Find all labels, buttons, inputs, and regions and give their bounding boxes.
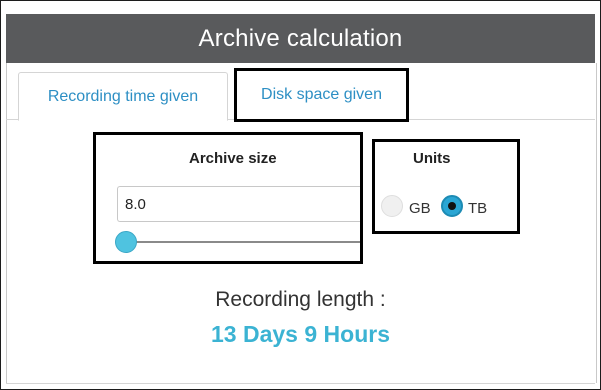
units-gb-radio[interactable] [381,195,403,217]
tab-disk-space[interactable]: Disk space given [234,68,409,122]
recording-length-label: Recording length : [215,288,386,311]
recording-length-value: 13 Days 9 Hours [211,321,390,347]
archive-size-slider[interactable] [126,241,360,243]
units-tb-label: TB [468,200,488,217]
tab-disk-space-label: Disk space given [261,86,382,103]
tab-recording-time-label: Recording time given [47,87,199,105]
archive-size-input[interactable] [117,186,360,222]
window-title: Archive calculation [6,14,595,63]
units-tb-radio[interactable] [441,195,463,217]
archive-size-label: Archive size [189,150,277,167]
archive-size-slider-handle[interactable] [115,231,137,253]
tab-recording-time[interactable]: Recording time given [18,72,228,121]
bottom-divider [6,383,595,384]
units-label: Units [413,150,451,167]
units-gb-label: GB [409,200,431,217]
